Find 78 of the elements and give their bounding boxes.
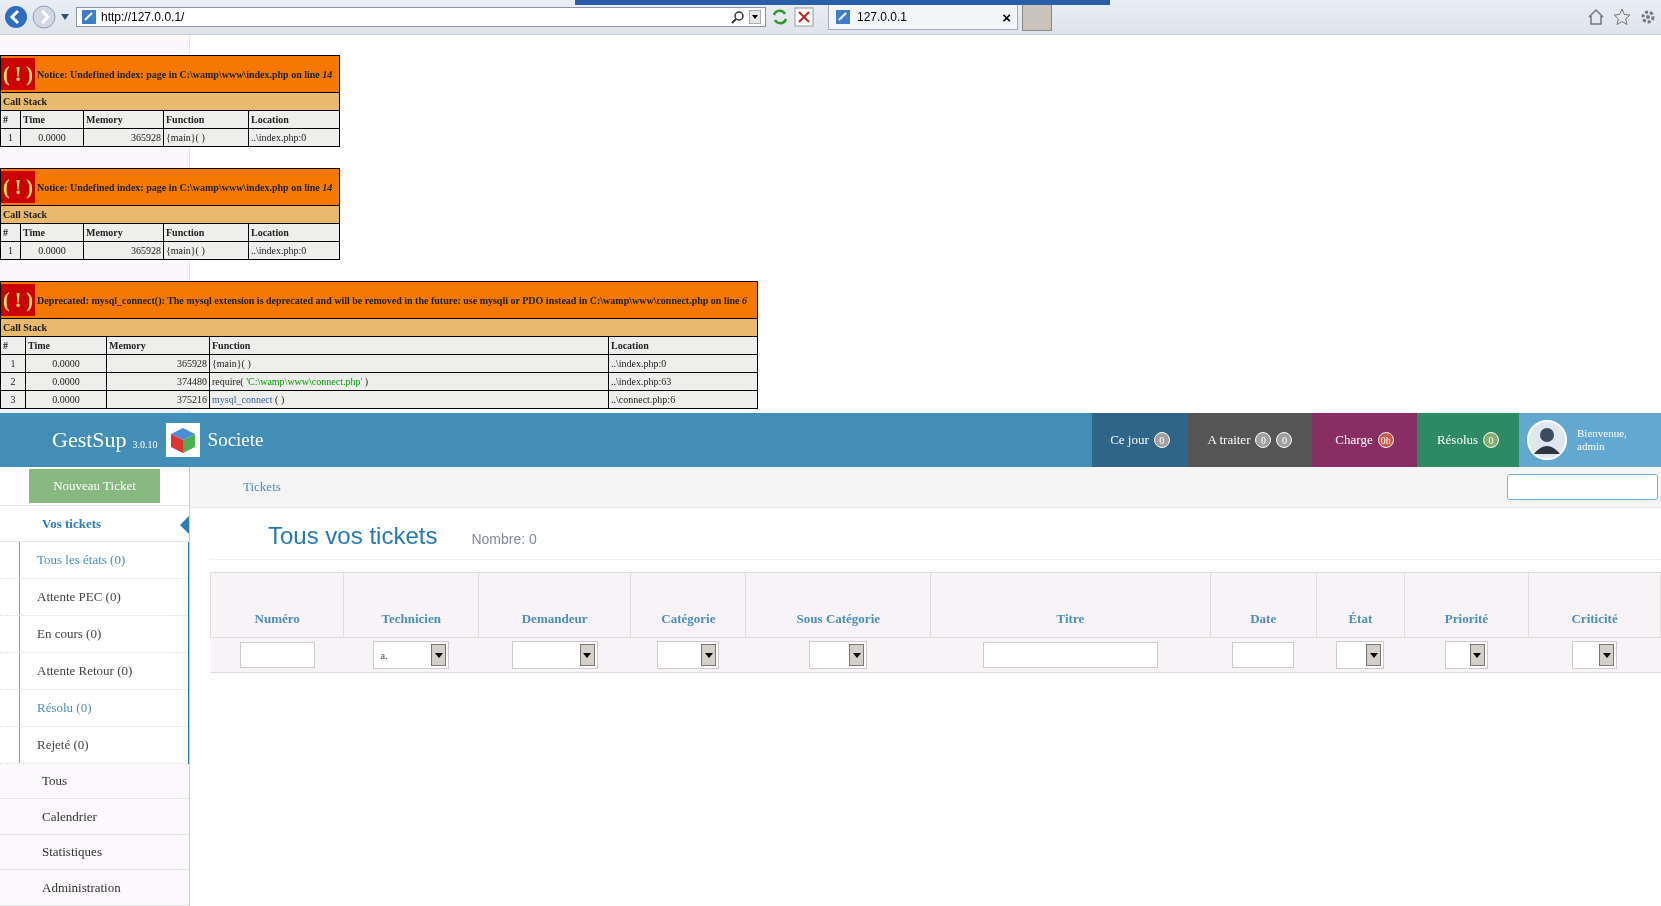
filter-dropdown[interactable]: [1445, 641, 1488, 669]
caret-icon: [1473, 652, 1482, 658]
settings-icon[interactable]: [1639, 8, 1657, 26]
submenu-item[interactable]: En cours (0): [0, 615, 188, 653]
nav-tile[interactable]: Charge 0h: [1312, 413, 1417, 467]
search-icon[interactable]: [731, 10, 745, 24]
column-header[interactable]: Priorité: [1404, 572, 1529, 638]
count-badge: 0: [1153, 432, 1170, 448]
search-field[interactable]: [1507, 474, 1658, 500]
filter-field[interactable]: [1232, 642, 1295, 668]
caret-icon: [434, 652, 443, 658]
cube-icon: [165, 423, 200, 457]
app-logo: GestSup: [52, 427, 127, 453]
refresh-icon[interactable]: [770, 7, 790, 27]
page-icon: [835, 9, 851, 25]
dropdown-icon[interactable]: [60, 13, 70, 21]
filter-dropdown[interactable]: [1572, 641, 1618, 669]
filter-field[interactable]: [239, 642, 315, 668]
submenu-item[interactable]: Attente Retour (0): [0, 652, 188, 690]
column-header[interactable]: Demandeur: [478, 572, 631, 638]
stop-icon[interactable]: [794, 7, 814, 27]
error-message: Notice: Undefined index: page in C:\wamp\www\index.php on line 14: [37, 68, 333, 80]
count-badge: 0: [1255, 432, 1272, 448]
warning-icon: ( ! ): [1, 171, 35, 203]
warning-icon: ( ! ): [1, 58, 35, 90]
filter-dropdown[interactable]: [511, 641, 598, 669]
sidebar-item[interactable]: Calendrier: [0, 799, 189, 835]
caret-icon: [583, 652, 592, 658]
sidebar-item[interactable]: Tous: [0, 763, 189, 800]
version-label: 3.0.10: [132, 438, 158, 450]
page-icon: [81, 9, 97, 25]
error-message: Deprecated: mysql_connect(): The mysql extension is deprecated and will be removed in the future: use mysqli or PDO instead in C:\wamp\www\connect.php on line 6: [37, 294, 747, 306]
nav-tile[interactable]: Ce jour 0: [1092, 413, 1188, 467]
column-header[interactable]: Catégorie: [630, 572, 746, 638]
browser-tab[interactable]: 127.0.0.1 ×: [828, 4, 1018, 30]
sidebar-item[interactable]: Administration: [0, 870, 189, 906]
address-bar[interactable]: http://127.0.0.1/: [76, 7, 766, 27]
back-icon[interactable]: [4, 5, 28, 29]
star-icon[interactable]: [1613, 8, 1631, 26]
error-message: Notice: Undefined index: page in C:\wamp\www\index.php on line 14: [37, 181, 333, 193]
filter-field[interactable]: [982, 642, 1158, 668]
caret-icon: [852, 652, 861, 658]
column-header[interactable]: Technicien: [343, 572, 479, 638]
nav-tile[interactable]: A traiter 0 0: [1188, 413, 1312, 467]
filter-dropdown[interactable]: [1336, 641, 1385, 669]
count-badge: 0h: [1377, 432, 1394, 448]
filter-dropdown[interactable]: [657, 641, 720, 669]
ticket-count: Nombre: 0: [471, 531, 537, 547]
submenu-item[interactable]: Résolu (0): [0, 689, 188, 727]
caret-icon: [704, 652, 713, 658]
new-ticket-button[interactable]: Nouveau Ticket: [29, 469, 160, 504]
column-header[interactable]: Titre: [930, 572, 1211, 638]
warning-icon: ( ! ): [1, 284, 35, 316]
avatar-icon[interactable]: [1527, 420, 1567, 460]
submenu-item[interactable]: Rejeté (0): [0, 726, 188, 764]
caret-icon: [1369, 652, 1378, 658]
column-header[interactable]: Criticité: [1528, 572, 1661, 638]
company-name: Societe: [207, 429, 264, 451]
filter-dropdown[interactable]: a.: [373, 641, 450, 669]
column-header[interactable]: État: [1316, 572, 1405, 638]
submenu-item[interactable]: Tous les états (0): [0, 541, 188, 579]
new-tab-button[interactable]: [1022, 3, 1052, 31]
filter-dropdown[interactable]: [809, 641, 868, 669]
sidebar-item[interactable]: Statistiques: [0, 834, 189, 871]
page-title: Tous vos tickets: [268, 522, 438, 550]
column-header[interactable]: Sous Catégorie: [745, 572, 931, 638]
caret-icon: [1602, 652, 1611, 658]
submenu-item[interactable]: Attente PEC (0): [0, 578, 188, 616]
count-badge: 0: [1276, 432, 1293, 448]
breadcrumb-link[interactable]: Tickets: [243, 479, 281, 495]
welcome-text: Bienvenue, admin: [1577, 427, 1627, 453]
close-tab-button[interactable]: ×: [1002, 8, 1011, 26]
column-header[interactable]: Numéro: [210, 572, 344, 638]
nav-tile[interactable]: Résolus 0: [1417, 413, 1519, 467]
count-badge: 0: [1483, 432, 1500, 448]
home-icon[interactable]: [1587, 8, 1605, 26]
dropdown-icon[interactable]: [749, 10, 761, 24]
column-header[interactable]: Date: [1210, 572, 1317, 638]
